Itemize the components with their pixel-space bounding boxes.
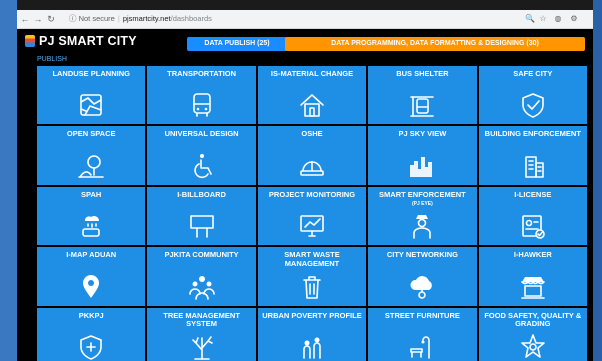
- rain-tank-icon: [76, 211, 106, 241]
- shield-plus-icon: [76, 332, 106, 361]
- map-icon: [76, 90, 106, 120]
- dashboard-page: PJ SMART CITY DATA PUBLISH (25) DATA PRO…: [17, 29, 593, 361]
- tile-label: I-MAP ADUAN: [66, 250, 117, 260]
- tile-label: UNIVERSAL DESIGN: [164, 129, 239, 139]
- tile-label: I-HAWKER: [513, 250, 552, 260]
- browser-toolbar: ← → ↻ ⓘ Not secure | pjsmartcity.net/dashb…: [17, 10, 593, 29]
- section-label: PUBLISH: [37, 56, 67, 63]
- tile-label: BUILDING ENFORCEMENT: [484, 129, 581, 139]
- logo-text: PJ SMART CITY: [39, 34, 137, 48]
- tile-label: BUS SHELTER: [396, 69, 449, 78]
- tile-label: SMART WASTE MANAGEMENT: [284, 250, 340, 268]
- settings-icon[interactable]: ⚙: [569, 12, 579, 26]
- building-icon: [518, 151, 548, 181]
- tile-label: I-BILLBOARD: [177, 189, 226, 199]
- address-bar[interactable]: ⓘ Not secure | pjsmartcity.net/dashboards: [69, 12, 499, 26]
- bus-icon: [187, 90, 217, 120]
- bench-lamp-icon: [407, 332, 437, 361]
- tile-tree-management-system[interactable]: TREE MANAGEMENT SYSTEM: [147, 307, 256, 361]
- skyline-icon: [407, 151, 437, 181]
- desktop-right-strip: [593, 0, 602, 361]
- back-icon[interactable]: ←: [20, 12, 30, 26]
- tile-pjkita-community[interactable]: PJKITA COMMUNITY: [147, 247, 256, 306]
- tile-label: SPAH: [81, 189, 102, 199]
- tile-grid: LANDUSE PLANNING TRANSPORTATION IS-MATERIA…: [37, 66, 587, 361]
- tile-i-hawker[interactable]: I-HAWKER: [478, 247, 587, 306]
- tile-label: SMART ENFORCEMENT: [379, 189, 466, 199]
- hard-hat-icon: [297, 151, 327, 181]
- zoom-icon[interactable]: 🔍: [525, 12, 535, 26]
- forward-icon[interactable]: →: [33, 12, 43, 26]
- bare-tree-icon: [187, 332, 217, 361]
- tile-label: PKKPJ: [78, 310, 104, 320]
- tile-label: URBAN POVERTY PROFILE: [262, 310, 362, 320]
- tile-food-safety-quality-grading[interactable]: FOOD SAFETY, QUALITY & GRADING: [478, 307, 587, 361]
- browser-window: ← → ↻ ⓘ Not secure | pjsmartcity.net/dashb…: [17, 0, 593, 361]
- star-badge-icon: [518, 332, 548, 361]
- shield-check-icon: [518, 90, 548, 120]
- tile-label: TRANSPORTATION: [167, 69, 237, 78]
- tile-urban-poverty-profile[interactable]: URBAN POVERTY PROFILE: [257, 307, 367, 361]
- tile-i-billboard[interactable]: I-BILLBOARD: [147, 186, 256, 246]
- people-icon: [297, 332, 327, 361]
- wheelchair-icon: [187, 151, 217, 181]
- tile-label: PROJECT MONITORING: [268, 189, 356, 199]
- url-host: pjsmartcity.net: [122, 14, 171, 23]
- security-indicator[interactable]: ⓘ Not secure: [69, 14, 115, 23]
- tile-building-enforcement[interactable]: BUILDING ENFORCEMENT: [478, 126, 587, 185]
- tab-data-programming[interactable]: DATA PROGRAMMING, DATA FORMATTING & DESI…: [285, 37, 585, 51]
- tile-street-furniture[interactable]: STREET FURNITURE: [368, 307, 477, 361]
- tile-project-monitoring[interactable]: PROJECT MONITORING: [257, 186, 367, 246]
- tile-smart-waste-management[interactable]: SMART WASTE MANAGEMENT: [257, 247, 367, 306]
- tile-transportation[interactable]: TRANSPORTATION: [147, 66, 256, 125]
- officer-icon: [407, 211, 437, 241]
- tile-bus-shelter[interactable]: BUS SHELTER: [368, 66, 477, 125]
- tile-label: PJ SKY VIEW: [398, 129, 447, 139]
- tile-label: SAFE CITY: [513, 69, 553, 78]
- extension-icon[interactable]: ◍: [553, 12, 563, 26]
- tile-label: CITY NETWORKING: [386, 250, 458, 260]
- tile-i-map-aduan[interactable]: I-MAP ADUAN: [37, 247, 146, 306]
- tile-universal-design[interactable]: UNIVERSAL DESIGN: [147, 126, 256, 185]
- url-path: /dashboards: [170, 14, 212, 23]
- tile-pj-sky-view[interactable]: PJ SKY VIEW: [368, 126, 477, 185]
- tile-label: PJKITA COMMUNITY: [164, 250, 239, 260]
- tile-spah[interactable]: SPAH: [37, 186, 146, 246]
- bus-shelter-icon: [407, 90, 437, 120]
- tile-pkkpj[interactable]: PKKPJ: [37, 307, 146, 361]
- tile-label: TREE MANAGEMENT SYSTEM: [163, 310, 240, 329]
- cloud-network-icon: [407, 272, 437, 302]
- tile-label: LANDUSE PLANNING: [52, 69, 130, 78]
- tile-sublabel: (PJ EYE): [411, 200, 433, 207]
- tile-landuse-planning[interactable]: LANDUSE PLANNING: [37, 66, 146, 125]
- bookmark-star-icon[interactable]: ☆: [538, 12, 548, 26]
- tile-city-networking[interactable]: CITY NETWORKING: [368, 247, 477, 306]
- tile-label: I-LICENSE: [514, 189, 552, 199]
- desktop-left-strip: [0, 0, 17, 361]
- monitor-chart-icon: [297, 211, 327, 241]
- tile-label: OPEN SPACE: [66, 129, 116, 139]
- tile-safe-city[interactable]: SAFE CITY: [478, 66, 587, 125]
- tile-smart-enforcement[interactable]: SMART ENFORCEMENT (PJ EYE): [368, 186, 477, 246]
- tile-open-space[interactable]: OPEN SPACE: [37, 126, 146, 185]
- tile-label: FOOD SAFETY, QUALITY & GRADING: [484, 310, 582, 329]
- tile-label: IS-MATERIAL CHANGE: [270, 69, 354, 78]
- tile-i-license[interactable]: I-LICENSE: [478, 186, 587, 246]
- tile-is-material-change[interactable]: IS-MATERIAL CHANGE: [257, 66, 367, 125]
- map-pin-icon: [76, 272, 106, 302]
- site-logo[interactable]: PJ SMART CITY: [25, 33, 137, 49]
- tile-label: STREET FURNITURE: [384, 310, 460, 320]
- community-icon: [187, 272, 217, 302]
- house-icon: [297, 90, 327, 120]
- billboard-icon: [187, 211, 217, 241]
- tab-data-publish[interactable]: DATA PUBLISH (25): [187, 37, 287, 51]
- reload-icon[interactable]: ↻: [46, 12, 56, 26]
- license-icon: [518, 211, 548, 241]
- tile-label: OSHE: [301, 129, 323, 139]
- hawker-stall-icon: [518, 272, 548, 302]
- logo-mark-icon: [25, 35, 35, 47]
- tree-icon: [76, 151, 106, 181]
- trash-bin-icon: [297, 272, 327, 302]
- tile-oshe[interactable]: OSHE: [257, 126, 367, 185]
